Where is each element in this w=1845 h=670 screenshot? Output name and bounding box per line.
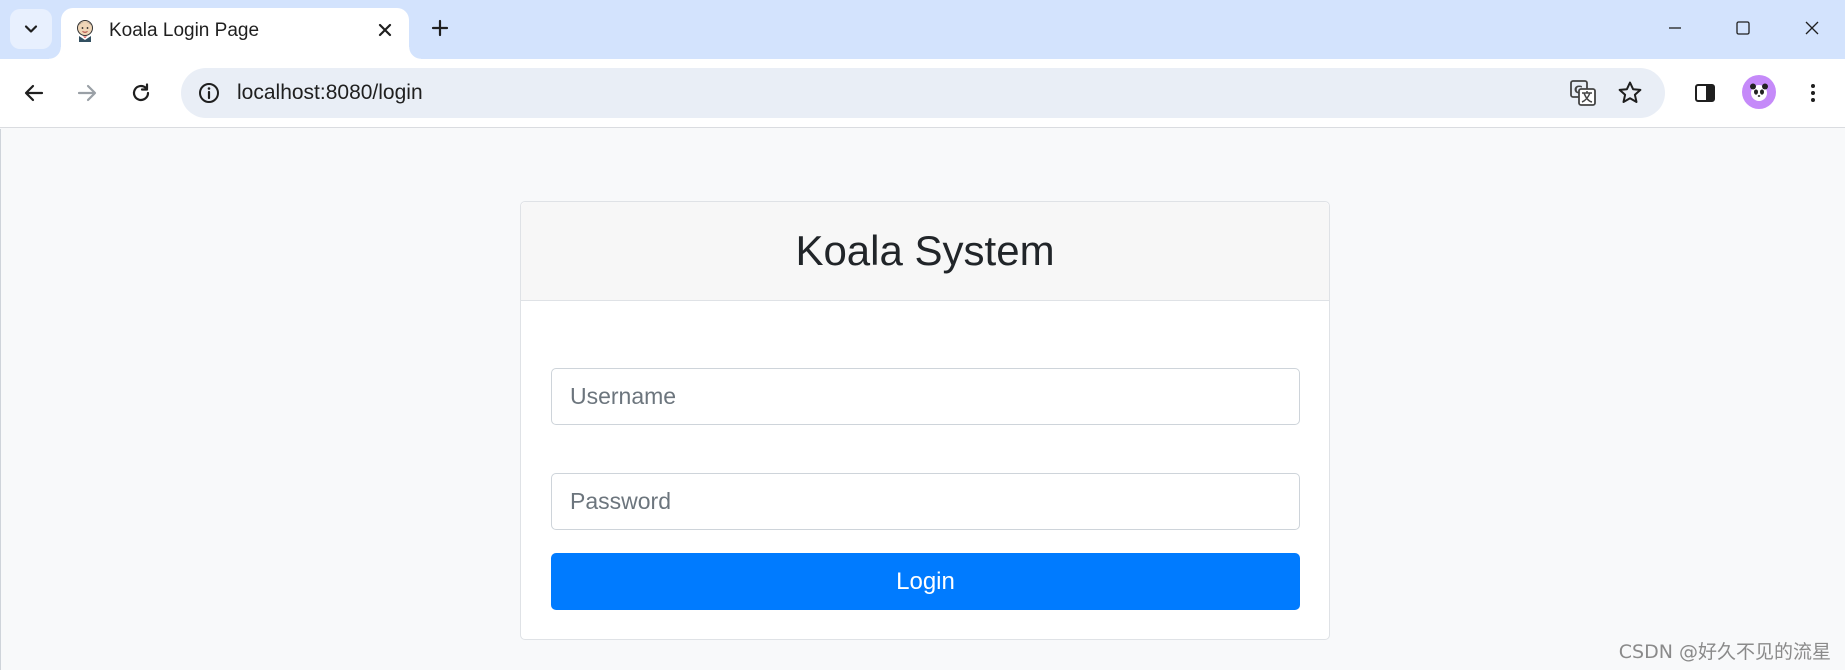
forward-button[interactable] xyxy=(67,73,107,113)
login-card: Koala System Login xyxy=(520,201,1330,640)
site-info-button[interactable] xyxy=(191,75,227,111)
reload-button[interactable] xyxy=(121,73,161,113)
watermark: CSDN @好久不见的流星 xyxy=(1618,641,1831,663)
card-header: Koala System xyxy=(521,202,1329,301)
info-icon xyxy=(199,83,219,103)
minimize-button[interactable] xyxy=(1655,8,1695,48)
arrow-right-icon xyxy=(77,84,97,102)
side-panel-icon xyxy=(1695,84,1715,102)
login-button[interactable]: Login xyxy=(551,553,1300,610)
plus-icon xyxy=(431,19,449,37)
reload-icon xyxy=(132,83,150,102)
tab-search-button[interactable] xyxy=(10,9,52,49)
close-icon xyxy=(1805,21,1819,35)
new-tab-button[interactable] xyxy=(424,12,456,44)
translate-button[interactable]: G xyxy=(1565,75,1601,111)
page-viewport: Koala System Login CSDN @好久不见的流星 xyxy=(0,129,1845,670)
back-button[interactable] xyxy=(14,73,54,113)
maximize-icon xyxy=(1736,21,1750,35)
browser-menu-button[interactable] xyxy=(1793,73,1833,113)
browser-toolbar: localhost:8080/login G xyxy=(0,59,1845,128)
active-tab[interactable]: Koala Login Page xyxy=(49,8,421,59)
maximize-button[interactable] xyxy=(1723,8,1763,48)
jenkins-butler-icon xyxy=(77,20,93,42)
url-text[interactable]: localhost:8080/login xyxy=(237,81,423,105)
arrow-left-icon xyxy=(24,84,44,102)
side-panel-button[interactable] xyxy=(1685,73,1725,113)
more-vertical-icon xyxy=(1811,84,1815,102)
star-icon xyxy=(1618,81,1642,103)
window-close-button[interactable] xyxy=(1792,8,1832,48)
minimize-icon xyxy=(1669,27,1681,29)
translate-icon: G xyxy=(1570,80,1596,106)
username-input[interactable] xyxy=(551,368,1300,425)
close-icon xyxy=(378,23,392,37)
tab-strip: Koala Login Page xyxy=(0,0,1845,59)
profile-avatar[interactable] xyxy=(1742,75,1776,109)
bookmark-button[interactable] xyxy=(1612,75,1648,111)
tab-title: Koala Login Page xyxy=(109,20,260,41)
chevron-down-icon xyxy=(24,25,38,33)
panda-avatar-icon xyxy=(1750,83,1768,101)
tab-close-button[interactable] xyxy=(371,16,399,44)
password-input[interactable] xyxy=(551,473,1300,530)
address-bar[interactable]: localhost:8080/login G xyxy=(181,68,1665,118)
page-title: Koala System xyxy=(795,227,1055,274)
